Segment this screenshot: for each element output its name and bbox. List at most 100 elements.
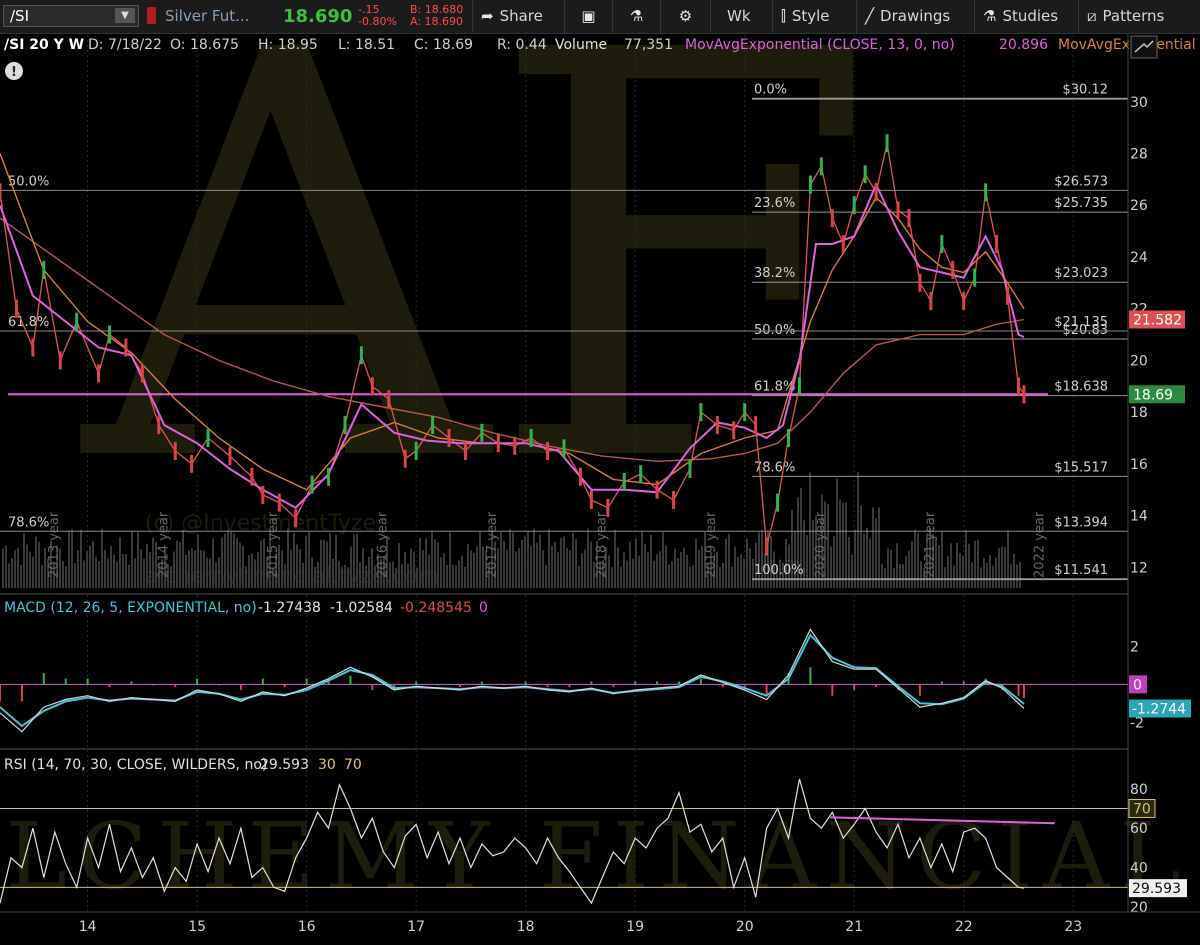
volume-bar (419, 537, 421, 588)
macd-hist-bar (940, 681, 943, 685)
year-label: 2013 year (47, 511, 62, 578)
volume-bar (641, 531, 643, 588)
volume-bar (473, 552, 475, 588)
timeframe-label: Wk (727, 7, 751, 25)
volume-bar (842, 502, 844, 588)
candle-mark (819, 157, 823, 176)
notebook-button[interactable]: ▣ (564, 0, 612, 33)
volume-bar (977, 539, 979, 588)
macd-hist-bar (853, 684, 856, 691)
price-bubble-label: 21.582 (1133, 313, 1182, 329)
volume-bar (947, 555, 949, 588)
drawings-button[interactable]: ╱ Drawings (856, 0, 974, 33)
candle-mark (447, 429, 451, 447)
volume-bar (200, 549, 202, 588)
fib-level-label: 38.2% (754, 266, 795, 281)
volume-bar (422, 549, 424, 588)
volume-bar (689, 566, 691, 588)
macd-hist-bar (721, 684, 724, 688)
candles-icon: ⫿ (781, 7, 786, 25)
volume-bar (635, 538, 637, 588)
volume-bar (224, 533, 226, 588)
candle-mark (97, 364, 101, 383)
volume-bar (590, 541, 592, 588)
volume-bar (233, 533, 235, 588)
chevron-down-icon[interactable]: ▼ (115, 8, 135, 23)
candle-mark (343, 416, 347, 435)
volume-bar (236, 538, 238, 588)
volume-bar (38, 541, 40, 588)
volume-bar (362, 548, 364, 588)
patterns-label: Patterns (1102, 7, 1165, 25)
volume-bar (77, 550, 79, 588)
volume-bar (851, 554, 853, 588)
volume-bar (74, 563, 76, 588)
macd-hist-bar (437, 684, 440, 686)
studies-button[interactable]: ⚗ Studies (974, 0, 1078, 33)
volume-bar (326, 541, 328, 588)
volume-bar (908, 550, 910, 588)
candle-mark (995, 235, 999, 254)
settings-button[interactable]: ⚙ (660, 0, 710, 33)
fib-price-label: $21.135 (1054, 315, 1108, 330)
volume-bar (104, 550, 106, 588)
candle-mark (896, 201, 900, 220)
price-tick-label: 12 (1130, 560, 1148, 576)
volume-bar (1010, 564, 1012, 588)
volume-bar (668, 564, 670, 588)
expand-icon[interactable] (1130, 35, 1158, 59)
volume-bar (1016, 564, 1018, 588)
macd-tick-label: 2 (1130, 639, 1139, 655)
flag-icon[interactable] (147, 7, 156, 24)
candle-mark (496, 434, 500, 453)
volume-bar (149, 551, 151, 588)
header-close: C: 18.69 (414, 37, 473, 53)
volume-bar (956, 542, 958, 588)
candle-mark (480, 423, 484, 442)
flask-button[interactable]: ⚗ (612, 0, 660, 33)
chart-area[interactable]: AF (c) @InvestmentTyze alchemyfinancial.… (0, 33, 1200, 945)
candle-mark (1006, 286, 1010, 305)
symbol-text: /SI (10, 7, 29, 25)
candle-mark (776, 493, 780, 512)
symbol-selector[interactable]: /SI ▼ (3, 5, 139, 27)
volume-bar (845, 502, 847, 588)
macd-hist-bar (480, 681, 483, 685)
volume-bar (281, 550, 283, 588)
volume-bar (572, 532, 574, 588)
rsi-tick-label: 60 (1130, 821, 1148, 837)
price-tick-label: 24 (1130, 250, 1148, 266)
volume-bar (554, 541, 556, 588)
volume-bar (194, 550, 196, 588)
candle-mark (140, 364, 144, 383)
volume-bar (731, 566, 733, 588)
style-button[interactable]: ⫿ Style (772, 0, 856, 33)
volume-bar (80, 529, 82, 588)
time-tick-label: 23 (1064, 919, 1082, 935)
volume-bar (359, 562, 361, 588)
fib-price-label: $11.541 (1054, 563, 1108, 578)
volume-bar (806, 535, 808, 588)
volume-bar (953, 565, 955, 588)
volume-bar (203, 550, 205, 588)
volume-bar (116, 561, 118, 588)
candle-mark (58, 351, 62, 370)
price-axis: 12141618202224262830 (1130, 95, 1148, 577)
volume-bar (470, 550, 472, 588)
candle-mark (622, 472, 626, 491)
candle-mark (359, 346, 363, 365)
volume-bar (992, 565, 994, 588)
volume-bar (719, 566, 721, 588)
fib-price-label: $13.394 (1054, 515, 1108, 530)
time-tick-label: 15 (188, 919, 206, 935)
volume-bar (467, 543, 469, 588)
timeframe-button[interactable]: Wk (710, 0, 772, 33)
share-button[interactable]: ➦ Share (472, 0, 564, 33)
header-ema-other-label: MovAvgExponential ... (1058, 37, 1200, 53)
volume-bar (830, 546, 832, 588)
rsi-current-label: 29.593 (1132, 881, 1181, 897)
volume-bar (290, 549, 292, 588)
candle-mark (370, 377, 374, 396)
macd-hist-bar (261, 678, 264, 685)
patterns-button[interactable]: ⧄ Patterns (1078, 0, 1200, 33)
